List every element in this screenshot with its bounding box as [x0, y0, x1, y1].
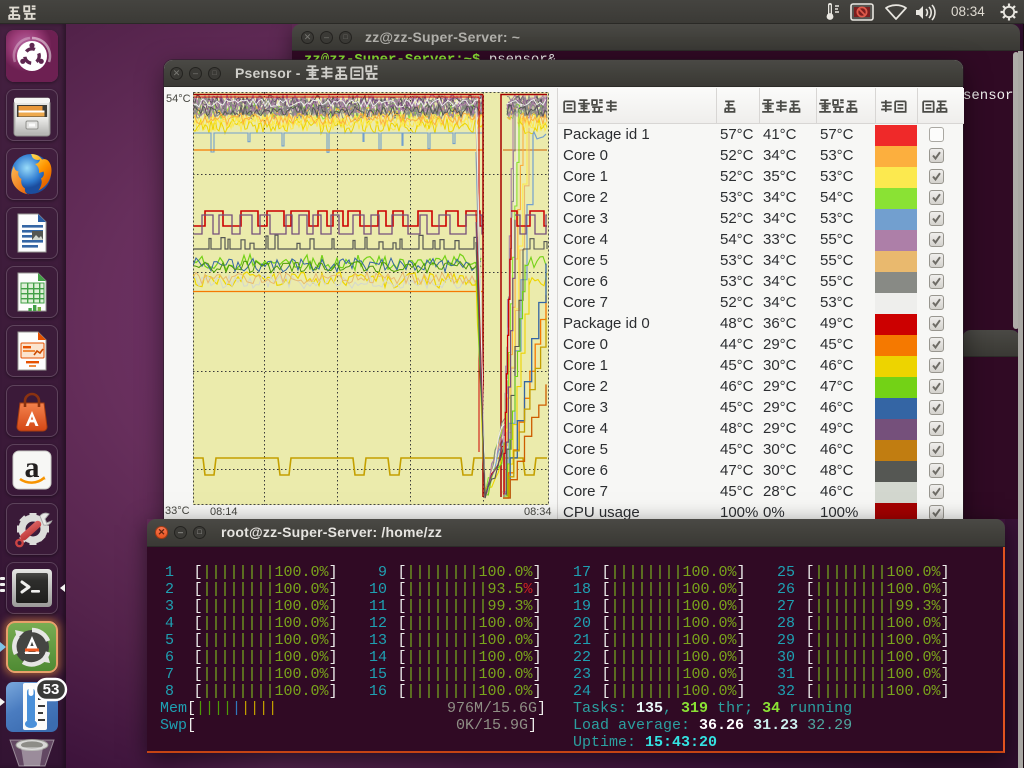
svg-text:53: 53 [43, 681, 60, 698]
svg-text:a: a [25, 451, 40, 484]
